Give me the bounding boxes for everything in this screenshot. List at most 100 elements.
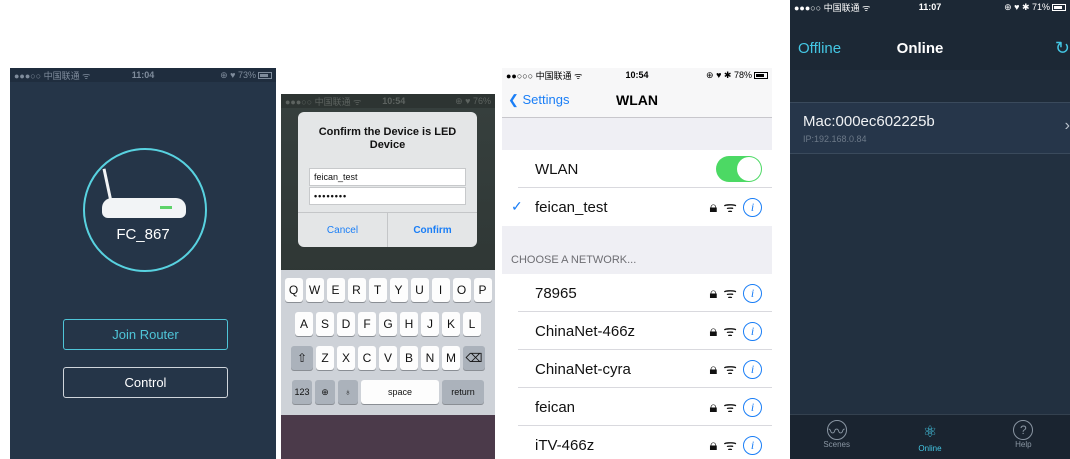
key-g[interactable]: G	[379, 312, 397, 336]
device-screen: ●●●○○ 中国联通 ᯤ 11:04 ⊕ ♥ 73% FC_867 Join R…	[10, 68, 276, 459]
page-title: WLAN	[616, 92, 658, 108]
key-r[interactable]: R	[347, 278, 366, 302]
key-d[interactable]: D	[337, 312, 355, 336]
control-button[interactable]: Control	[63, 367, 228, 398]
device-ip: IP:192.168.0.84	[803, 134, 867, 144]
key-b[interactable]: B	[400, 346, 418, 370]
page-title: Online	[896, 40, 944, 57]
wlan-toggle-row: WLAN	[502, 150, 772, 188]
carrier-label: ●●●○○ 中国联通 ᯤ	[285, 96, 362, 107]
tab-bar: 〰 Scenes ⚛ Online ? Help	[790, 414, 1070, 459]
key-v[interactable]: V	[379, 346, 397, 370]
network-row[interactable]: iTV-466z 🔒︎ ᯤ i	[502, 426, 772, 459]
key-s[interactable]: S	[316, 312, 334, 336]
navigation-bar: Offline Online ↻	[790, 14, 1070, 70]
carrier-label: ●●●○○ 中国联通 ᯤ	[14, 70, 91, 81]
key-e[interactable]: E	[326, 278, 345, 302]
key-j[interactable]: J	[421, 312, 439, 336]
time-label: 10:54	[382, 96, 406, 106]
cancel-button[interactable]: Cancel	[298, 213, 387, 247]
key-k[interactable]: K	[442, 312, 460, 336]
network-row[interactable]: feican 🔒︎ ᯤ i	[502, 388, 772, 426]
key-f[interactable]: F	[358, 312, 376, 336]
key-u[interactable]: U	[410, 278, 429, 302]
keyboard-row-3: ⇧ Z X C V B N M ⌫	[281, 346, 495, 370]
numbers-key[interactable]: 123	[292, 380, 312, 404]
wifi-icon: ᯤ	[723, 399, 737, 416]
wlan-toggle[interactable]	[716, 156, 762, 182]
key-a[interactable]: A	[295, 312, 313, 336]
key-i[interactable]: I	[431, 278, 450, 302]
dialog-title: Confirm the Device is LED Device	[318, 126, 457, 151]
tab-online[interactable]: ⚛ Online	[883, 415, 976, 459]
key-p[interactable]: P	[473, 278, 492, 302]
info-icon[interactable]: i	[743, 435, 762, 455]
keyboard-row-4: 123 ⊕ ♁ space return	[281, 380, 495, 404]
info-icon[interactable]: i	[743, 359, 762, 379]
info-icon[interactable]: i	[743, 397, 762, 417]
key-l[interactable]: L	[463, 312, 481, 336]
key-m[interactable]: M	[442, 346, 460, 370]
time-label: 11:04	[131, 70, 155, 80]
network-name: ChinaNet-466z	[535, 323, 636, 340]
network-row[interactable]: 78965 🔒︎ ᯤ i	[502, 274, 772, 312]
battery-icon	[753, 71, 768, 79]
tab-help[interactable]: ? Help	[977, 415, 1070, 459]
info-icon[interactable]: i	[743, 197, 762, 217]
time-label: 11:07	[918, 2, 942, 12]
navigation-bar: ❮ Settings WLAN	[502, 82, 772, 118]
device-name: FC_867	[116, 226, 170, 243]
tab-label: Help	[1015, 440, 1032, 449]
key-x[interactable]: X	[337, 346, 355, 370]
network-name: feican_test	[535, 199, 608, 216]
lock-icon: 🔒︎	[709, 360, 718, 378]
wlan-screen: ●●○○○ 中国联通 ᯤ 10:54 ⊕ ♥ ✱ 78% ❮ Settings …	[502, 68, 772, 459]
return-key[interactable]: return	[442, 380, 484, 404]
refresh-icon[interactable]: ↻	[1055, 38, 1070, 59]
confirm-button[interactable]: Confirm	[388, 213, 477, 247]
ssid-input[interactable]: feican_test	[309, 168, 466, 186]
battery-label: ⊕ ♥ 73%	[220, 69, 256, 80]
status-bar: ●●●○○ 中国联通 ᯤ 11:07 ⊕ ♥ ✱ 71%	[790, 0, 1070, 14]
wifi-icon: ᯤ	[723, 361, 737, 378]
key-n[interactable]: N	[421, 346, 439, 370]
network-name: ChinaNet-cyra	[535, 361, 631, 378]
delete-icon[interactable]: ⌫	[463, 346, 485, 370]
status-bar: ●●●○○ 中国联通 ᯤ 10:54 ⊕ ♥ 76%	[281, 94, 495, 108]
info-icon[interactable]: i	[743, 283, 762, 303]
key-h[interactable]: H	[400, 312, 418, 336]
network-row[interactable]: ChinaNet-cyra 🔒︎ ᯤ i	[502, 350, 772, 388]
key-y[interactable]: Y	[389, 278, 408, 302]
space-key[interactable]: space	[361, 380, 439, 404]
wifi-icon: ᯤ	[723, 323, 737, 340]
info-icon[interactable]: i	[743, 321, 762, 341]
atom-icon: ⚛	[922, 424, 938, 441]
key-t[interactable]: T	[368, 278, 387, 302]
password-input[interactable]: ••••••••	[309, 187, 466, 205]
network-name: iTV-466z	[535, 437, 595, 454]
keyboard-row-1: Q W E R T Y U I O P	[281, 278, 495, 302]
lock-icon: 🔒︎	[709, 322, 718, 340]
globe-icon[interactable]: ⊕	[315, 380, 335, 404]
wifi-icon: ᯤ	[723, 285, 737, 302]
microphone-icon[interactable]: ♁	[338, 380, 358, 404]
key-z[interactable]: Z	[316, 346, 334, 370]
key-o[interactable]: O	[452, 278, 471, 302]
wifi-icon: ᯤ	[723, 199, 737, 216]
time-label: 10:54	[625, 70, 649, 80]
shift-icon[interactable]: ⇧	[291, 346, 313, 370]
connected-network-row[interactable]: ✓ feican_test 🔒︎ ᯤ i	[502, 188, 772, 226]
key-q[interactable]: Q	[284, 278, 303, 302]
network-row[interactable]: ChinaNet-466z 🔒︎ ᯤ i	[502, 312, 772, 350]
tab-scenes[interactable]: 〰 Scenes	[790, 415, 883, 459]
scenes-icon: 〰	[826, 420, 847, 441]
lock-icon: 🔒︎	[709, 436, 718, 454]
join-router-button[interactable]: Join Router	[63, 319, 228, 350]
device-row[interactable]: Mac:000ec602225b IP:192.168.0.84 ›	[790, 102, 1070, 154]
carrier-label: ●●○○○ 中国联通 ᯤ	[506, 70, 583, 81]
battery-label: ⊕ ♥ ✱ 78%	[706, 69, 752, 80]
chevron-right-icon: ›	[1064, 117, 1070, 134]
key-w[interactable]: W	[305, 278, 324, 302]
status-bar: ●●○○○ 中国联通 ᯤ 10:54 ⊕ ♥ ✱ 78%	[502, 68, 772, 82]
key-c[interactable]: C	[358, 346, 376, 370]
